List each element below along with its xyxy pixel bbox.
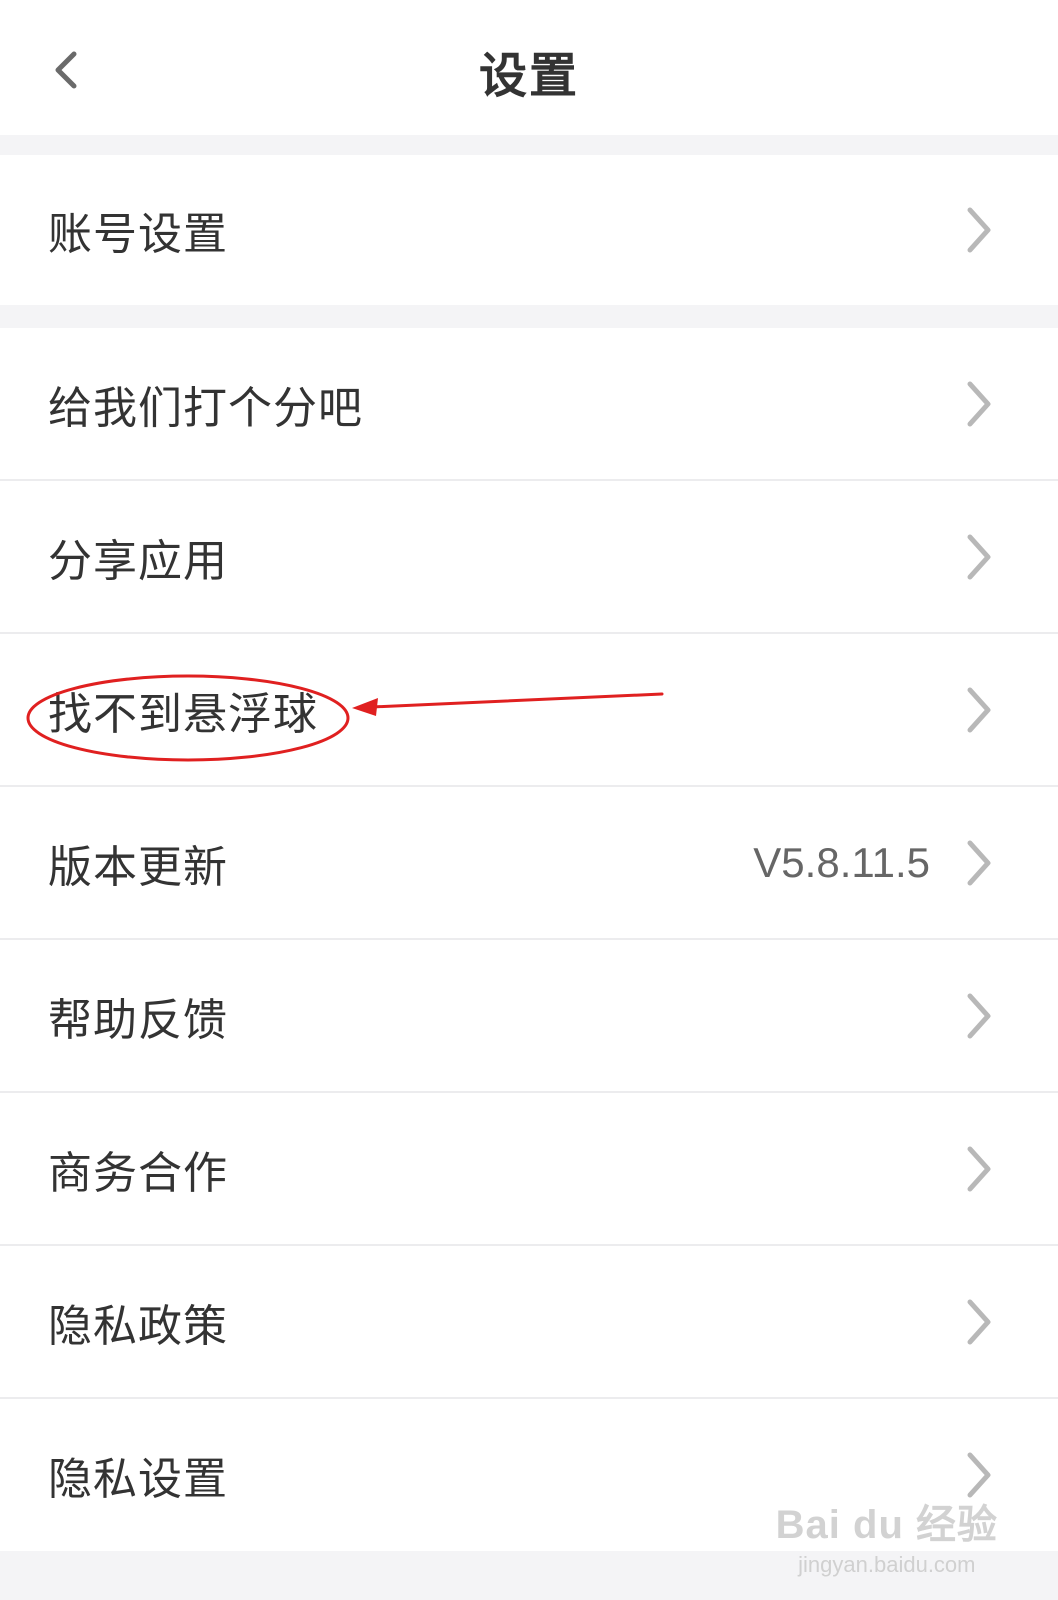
top-bar: 设置	[0, 0, 1058, 135]
settings-group-account: 账号设置	[0, 155, 1058, 305]
settings-item-label: 版本更新	[48, 841, 228, 893]
chevron-right-icon	[967, 1452, 991, 1498]
chevron-right-icon	[967, 1299, 991, 1344]
chevron-right-icon	[967, 993, 991, 1038]
settings-item-privacy-settings[interactable]: 隐私设置	[0, 1399, 1058, 1551]
chevron-right-icon	[967, 840, 991, 885]
settings-item-account[interactable]: 账号设置	[0, 155, 1058, 305]
settings-item-label: 找不到悬浮球	[48, 688, 318, 740]
settings-item-share-app[interactable]: 分享应用	[0, 481, 1058, 634]
settings-item-label: 给我们打个分吧	[48, 382, 363, 434]
page-title: 设置	[478, 48, 579, 104]
settings-item-label: 隐私政策	[48, 1300, 228, 1352]
chevron-right-icon	[967, 381, 991, 426]
settings-item-help-feedback[interactable]: 帮助反馈	[0, 940, 1058, 1093]
settings-item-label: 帮助反馈	[48, 994, 228, 1046]
settings-item-label: 隐私设置	[48, 1454, 228, 1505]
settings-item-rate-us[interactable]: 给我们打个分吧	[0, 328, 1058, 481]
chevron-right-icon	[967, 207, 991, 253]
version-number: V5.8.11.5	[753, 838, 930, 886]
watermark-url: jingyan.baidu.com	[798, 1552, 976, 1577]
settings-item-business[interactable]: 商务合作	[0, 1093, 1058, 1246]
settings-item-floating-ball[interactable]: 找不到悬浮球	[0, 634, 1058, 787]
settings-item-label: 商务合作	[48, 1147, 228, 1199]
settings-group-general: 给我们打个分吧 分享应用 找不到悬浮球 版本更新 V5.8.11.5 帮助反馈 …	[0, 328, 1058, 1551]
settings-item-label: 账号设置	[48, 209, 228, 260]
settings-item-label: 分享应用	[48, 535, 228, 587]
settings-item-version-update[interactable]: 版本更新 V5.8.11.5	[0, 787, 1058, 940]
chevron-right-icon	[967, 687, 991, 732]
chevron-right-icon	[967, 1146, 991, 1191]
chevron-right-icon	[967, 534, 991, 579]
settings-item-privacy-policy[interactable]: 隐私政策	[0, 1246, 1058, 1399]
